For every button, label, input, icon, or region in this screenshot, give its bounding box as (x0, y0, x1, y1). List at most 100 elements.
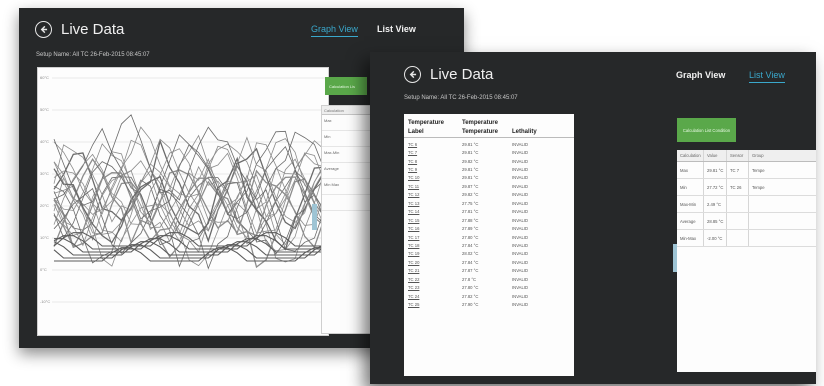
temperature-cell: 29.81 °C (462, 167, 479, 173)
tab-list-view[interactable]: List View (377, 24, 416, 34)
splitter-handle[interactable] (312, 204, 317, 230)
lethality-cell: INVALID (512, 209, 528, 215)
calc-cell (727, 213, 749, 229)
lethality-cell: INVALID (512, 293, 528, 299)
table-row[interactable]: TC 8 29.82 °C INVALID (404, 157, 574, 165)
sensor-trace (53, 126, 325, 217)
setup-name: Setup Name: All TC 26-Feb-2015 08:45:07 (404, 95, 518, 101)
sensor-label-cell: TC 25 (408, 302, 420, 308)
sensor-label-cell: TC 21 (408, 268, 420, 274)
header-divider (404, 137, 574, 138)
calc-cell: 29.81 °C (704, 162, 727, 178)
table-row[interactable]: TC 24 27.82 °C INVALID (404, 292, 574, 300)
table-row[interactable]: TC 25 27.90 °C INVALID (404, 300, 574, 308)
calc-cell (749, 196, 816, 212)
temperature-cell: 27.89 °C (462, 226, 479, 232)
table-row[interactable]: TC 12 29.82 °C INVALID (404, 191, 574, 199)
sensor-label-cell: TC 12 (408, 192, 420, 198)
calc-column-header: Group (752, 153, 764, 158)
temperature-cell: 29.81 °C (462, 150, 479, 156)
lethality-cell: INVALID (512, 200, 528, 206)
back-arrow-icon[interactable] (35, 21, 52, 38)
setup-name: Setup Name: All TC 26-Feb-2015 08:45:07 (36, 52, 150, 58)
calc-column-header: Value (704, 150, 727, 161)
calc-cell: -2.00 °C (704, 230, 727, 246)
tab-list-view[interactable]: List View (749, 70, 785, 83)
temperature-cell: 27.80 °C (462, 234, 479, 240)
column-header (512, 117, 562, 126)
table-row[interactable]: TC 7 29.81 °C INVALID (404, 148, 574, 156)
column-header-temperature[interactable]: Temperature (462, 126, 512, 135)
table-row[interactable]: TC 6 29.81 °C INVALID (404, 140, 574, 148)
calc-row: Max 29.81 °C TC 7 Tempe (677, 162, 816, 179)
y-tick-label: 40°C (40, 139, 49, 144)
calc-cell: 27.72 °C (704, 179, 727, 195)
calculation-list-button[interactable]: Calculation List Condition (677, 118, 736, 142)
temperature-cell: 27.80 °C (462, 285, 479, 291)
sensor-label-cell: TC 19 (408, 251, 420, 257)
table-row[interactable]: TC 20 27.84 °C INVALID (404, 258, 574, 266)
column-header-label[interactable]: Label (408, 126, 462, 135)
temperature-cell: 28.02 °C (462, 251, 479, 257)
lethality-cell: INVALID (512, 302, 528, 308)
calc-cell: Max (677, 162, 704, 178)
calc-cell (727, 196, 749, 212)
column-header-lethality[interactable]: Lethality (512, 126, 562, 135)
table-row[interactable]: TC 16 27.89 °C INVALID (404, 224, 574, 232)
table-row[interactable]: TC 9 29.81 °C INVALID (404, 165, 574, 173)
sensor-label-cell: TC 6 (408, 141, 418, 147)
table-row[interactable]: TC 19 28.02 °C INVALID (404, 250, 574, 258)
live-graph[interactable]: 60°C 50°C 40°C 30°C 20°C 10°C 0°C -10°C (37, 67, 329, 336)
temperature-cell: 27.87 °C (462, 268, 479, 274)
lethality-cell: INVALID (512, 226, 528, 232)
calc-cell: Max-Min (677, 196, 704, 212)
temperature-cell: 27.88 °C (462, 217, 479, 223)
table-row[interactable]: TC 15 27.88 °C INVALID (404, 216, 574, 224)
table-row[interactable]: TC 10 29.81 °C INVALID (404, 174, 574, 182)
table-row[interactable]: TC 18 27.84 °C INVALID (404, 241, 574, 249)
temperature-cell: 29.82 °C (462, 192, 479, 198)
back-arrow-icon[interactable] (404, 66, 421, 83)
table-row[interactable]: TC 11 29.87 °C INVALID (404, 182, 574, 190)
lethality-cell: INVALID (512, 150, 528, 156)
sensor-label-cell: TC 23 (408, 285, 420, 291)
table-body: TC 6 29.81 °C INVALID TC 7 29.81 °C INVALID TC… (404, 140, 574, 309)
calc-cell (749, 230, 816, 246)
sensor-label-cell: TC 24 (408, 293, 420, 299)
temperature-cell: 27.75 °C (462, 200, 479, 206)
y-tick-label: 50°C (40, 107, 49, 112)
calc-cell (727, 230, 749, 246)
table-row[interactable]: TC 13 27.75 °C INVALID (404, 199, 574, 207)
lethality-cell: INVALID (512, 141, 528, 147)
temperature-cell: 27.84 °C (462, 242, 479, 248)
sensor-label-cell: TC 18 (408, 242, 420, 248)
tab-graph-view[interactable]: Graph View (676, 70, 725, 80)
y-tick-label: -10°C (40, 299, 51, 304)
table-row[interactable]: TC 14 27.81 °C INVALID (404, 208, 574, 216)
temperature-cell: 29.81 °C (462, 175, 479, 181)
calc-row: Min-Max -2.00 °C (677, 230, 816, 247)
calc-cell: Tempe (752, 184, 765, 190)
table-row[interactable]: TC 21 27.87 °C INVALID (404, 267, 574, 275)
temperature-cell: 27.81 °C (462, 209, 479, 215)
window-title: Live Data (430, 66, 494, 83)
sensor-label-cell: TC 20 (408, 259, 420, 265)
table-row[interactable]: TC 23 27.80 °C INVALID (404, 283, 574, 291)
calc-body: Max 29.81 °C TC 7 Tempe Min 27.72 °C TC 26 Temp… (677, 162, 816, 247)
temperature-cell: 27.8 °C (462, 276, 477, 282)
lethality-cell: INVALID (512, 268, 528, 274)
y-tick-label: 10°C (40, 235, 49, 240)
sensor-label-cell: TC 10 (408, 175, 420, 181)
sensor-label-cell: TC 13 (408, 200, 420, 206)
sensor-label-cell: TC 16 (408, 226, 420, 232)
temperature-cell: 27.90 °C (462, 302, 479, 308)
calculation-list-button[interactable]: Calculation Lis (325, 77, 367, 95)
table-row[interactable]: TC 17 27.80 °C INVALID (404, 233, 574, 241)
calc-column-header: Sensor (727, 150, 749, 161)
table-row[interactable]: TC 22 27.8 °C INVALID (404, 275, 574, 283)
sensor-label-cell: TC 14 (408, 209, 420, 215)
tab-graph-view[interactable]: Graph View (311, 24, 358, 37)
list-view-window: Live Data Graph View List View Setup Nam… (370, 52, 816, 384)
sensor-label-cell: TC 15 (408, 217, 420, 223)
temperature-cell: 27.84 °C (462, 259, 479, 265)
